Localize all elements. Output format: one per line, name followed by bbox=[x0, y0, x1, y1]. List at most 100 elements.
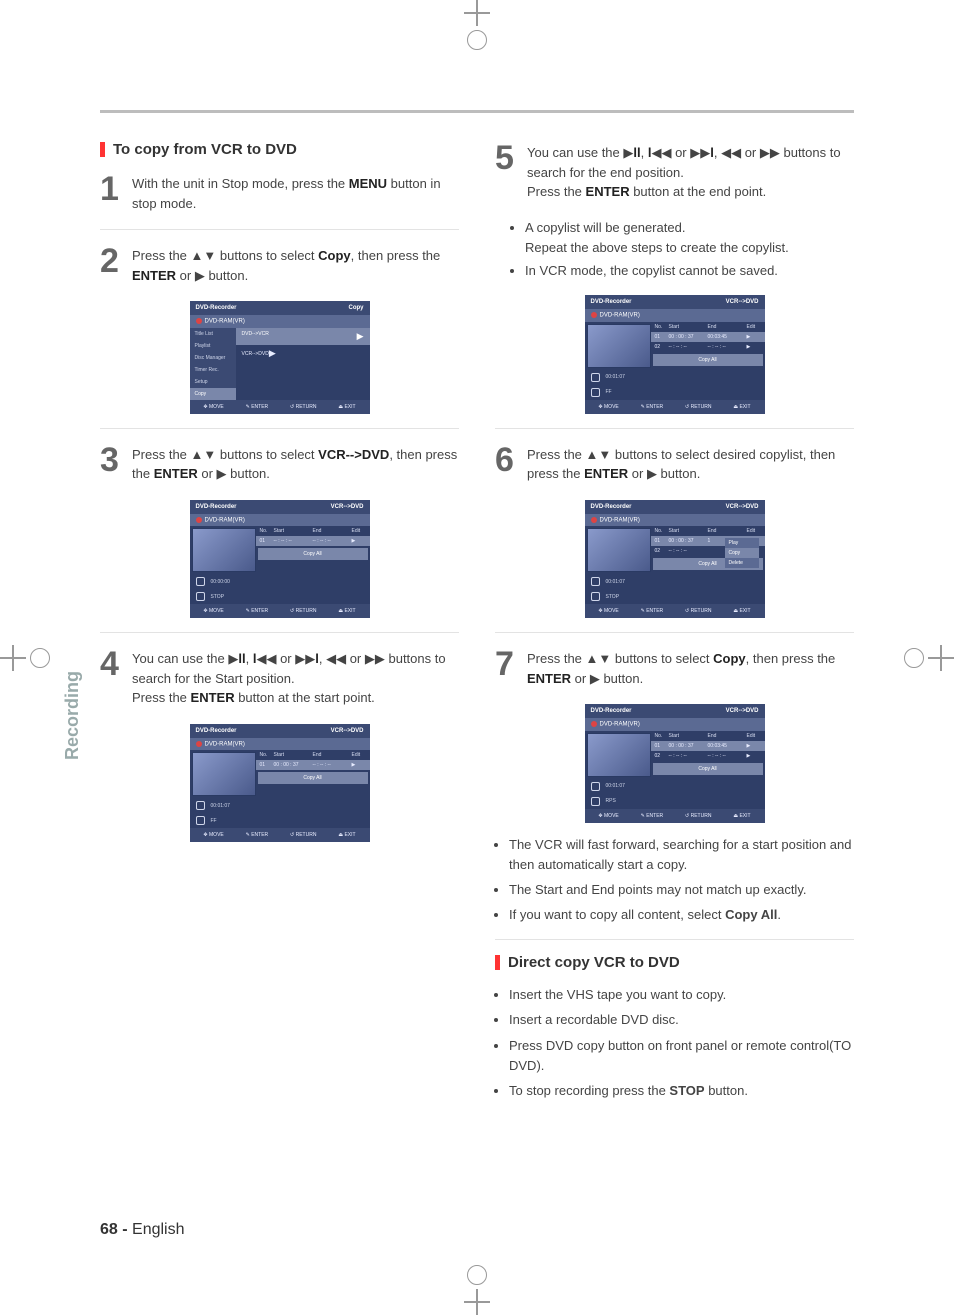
clock-icon bbox=[196, 801, 205, 810]
popup-item: Play bbox=[725, 538, 759, 548]
osd-mode: VCR-->DVD bbox=[331, 504, 364, 510]
divider bbox=[495, 632, 854, 633]
osd-screenshot-end-point: DVD-RecorderVCR-->DVD DVD-RAM(VR) 00:01:… bbox=[585, 295, 765, 414]
two-column-layout: To copy from VCR to DVD 1 With the unit … bbox=[100, 141, 854, 1115]
step-number: 2 bbox=[100, 244, 122, 285]
copy-all-button: Copy All bbox=[258, 548, 368, 560]
state-icon bbox=[196, 592, 205, 601]
preview-thumbnail bbox=[587, 528, 651, 572]
osd-table-row: 0100 : 00 : 3700:03:45▶ bbox=[651, 332, 765, 342]
osd-screenshot-copy-menu: DVD-Recorder Copy DVD-RAM(VR) Title ListP… bbox=[190, 301, 370, 414]
crop-mark-icon bbox=[464, 0, 490, 26]
osd-side-panel: 00:00:00 STOP bbox=[190, 526, 256, 604]
osd-popup-menu: PlayCopyDelete bbox=[725, 538, 759, 568]
section-heading: To copy from VCR to DVD bbox=[100, 141, 459, 158]
list-item: To stop recording press the STOP button. bbox=[509, 1081, 854, 1101]
osd-state: STOP bbox=[211, 594, 225, 600]
section-heading: Direct copy VCR to DVD bbox=[495, 954, 854, 971]
disc-icon bbox=[196, 318, 202, 324]
osd-option: DVD-->VCR▶ bbox=[236, 328, 370, 345]
step-number: 1 bbox=[100, 172, 122, 213]
clock-icon bbox=[591, 373, 600, 382]
copy-all-button: Copy All bbox=[653, 763, 763, 775]
right-column: 5 You can use the ▶ll, l◀◀ or ▶▶l, ◀◀ or… bbox=[495, 141, 854, 1115]
popup-item: Delete bbox=[725, 558, 759, 568]
state-icon bbox=[591, 592, 600, 601]
divider bbox=[495, 939, 854, 940]
step-4: 4 You can use the ▶ll, l◀◀ or ▶▶l, ◀◀ or… bbox=[100, 647, 459, 708]
step-text: You can use the ▶ll, l◀◀ or ▶▶l, ◀◀ or ▶… bbox=[132, 647, 459, 708]
osd-footer: ✥ MOVE ✎ ENTER ↺ RETURN ⏏ EXIT bbox=[190, 604, 370, 618]
divider bbox=[100, 428, 459, 429]
list-item: The VCR will fast forward, searching for… bbox=[509, 835, 854, 875]
clock-icon bbox=[196, 577, 205, 586]
step-text: Press the ▲▼ buttons to select Copy, the… bbox=[527, 647, 854, 688]
osd-menu-item: Disc Manager bbox=[190, 352, 236, 364]
clock-icon bbox=[591, 782, 600, 791]
crop-mark-icon bbox=[464, 1289, 490, 1315]
step-number: 3 bbox=[100, 443, 122, 484]
move-hint: ✥ MOVE bbox=[203, 404, 223, 410]
osd-subtitle: DVD-RAM(VR) bbox=[205, 319, 245, 325]
step-text: Press the ▲▼ buttons to select Copy, the… bbox=[132, 244, 459, 285]
divider bbox=[100, 632, 459, 633]
list-item: In VCR mode, the copylist cannot be save… bbox=[525, 261, 854, 281]
step-5: 5 You can use the ▶ll, l◀◀ or ▶▶l, ◀◀ or… bbox=[495, 141, 854, 202]
step-text: Press the ▲▼ buttons to select desired c… bbox=[527, 443, 854, 484]
state-icon bbox=[591, 388, 600, 397]
heading-accent-icon bbox=[100, 142, 105, 157]
osd-table-row: 0100 : 00 : 3700:03:45▶ bbox=[651, 741, 765, 751]
osd-mode: Copy bbox=[349, 305, 364, 311]
osd-menu-item: Timer Rec. bbox=[190, 364, 236, 376]
osd-title: DVD-Recorder bbox=[196, 504, 237, 510]
step-text: Press the ▲▼ buttons to select VCR-->DVD… bbox=[132, 443, 459, 484]
osd-table-row: 02-- : -- : ---- : -- : --▶ bbox=[651, 751, 765, 761]
step-number: 7 bbox=[495, 647, 517, 688]
enter-hint: ✎ ENTER bbox=[246, 404, 269, 410]
osd-menu-item: Copy bbox=[190, 388, 236, 400]
step-text: With the unit in Stop mode, press the ME… bbox=[132, 172, 459, 213]
osd-menu-item: Setup bbox=[190, 376, 236, 388]
list-item: A copylist will be generated.Repeat the … bbox=[525, 218, 854, 258]
osd-subtitle: DVD-RAM(VR) bbox=[205, 517, 245, 523]
step-2: 2 Press the ▲▼ buttons to select Copy, t… bbox=[100, 244, 459, 285]
disc-icon bbox=[591, 721, 597, 727]
step-1: 1 With the unit in Stop mode, press the … bbox=[100, 172, 459, 213]
preview-thumbnail bbox=[192, 752, 256, 796]
list-item: The Start and End points may not match u… bbox=[509, 880, 854, 900]
section-tab-label: Recording bbox=[62, 671, 83, 760]
step-5-bullets: A copylist will be generated.Repeat the … bbox=[495, 218, 854, 281]
osd-screenshot-copy-running: DVD-RecorderVCR-->DVD DVD-RAM(VR) 00:01:… bbox=[585, 704, 765, 823]
divider bbox=[100, 229, 459, 230]
copy-all-button: Copy All bbox=[653, 354, 763, 366]
exit-hint: ⏏ EXIT bbox=[338, 404, 355, 410]
step-7: 7 Press the ▲▼ buttons to select Copy, t… bbox=[495, 647, 854, 688]
left-column: To copy from VCR to DVD 1 With the unit … bbox=[100, 141, 459, 1115]
osd-table-row: 0100 : 00 : 37-- : -- : --▶ bbox=[256, 760, 370, 770]
step-number: 6 bbox=[495, 443, 517, 484]
osd-screenshot-start-point: DVD-RecorderVCR-->DVD DVD-RAM(VR) 00:01:… bbox=[190, 724, 370, 843]
osd-menu-item: Playlist bbox=[190, 340, 236, 352]
copy-all-button: Copy All bbox=[258, 772, 368, 784]
preview-thumbnail bbox=[587, 733, 651, 777]
list-item: Insert the VHS tape you want to copy. bbox=[509, 985, 854, 1005]
crop-mark-icon bbox=[928, 645, 954, 671]
section-title: To copy from VCR to DVD bbox=[113, 141, 297, 158]
osd-title: DVD-Recorder bbox=[196, 305, 237, 311]
osd-table-row: 02-- : -- : ---- : -- : --▶ bbox=[651, 342, 765, 352]
osd-menu-item: Title List bbox=[190, 328, 236, 340]
list-item: If you want to copy all content, select … bbox=[509, 905, 854, 925]
divider bbox=[495, 428, 854, 429]
direct-copy-bullets: Insert the VHS tape you want to copy.Ins… bbox=[495, 985, 854, 1101]
step-text: You can use the ▶ll, l◀◀ or ▶▶l, ◀◀ or ▶… bbox=[527, 141, 854, 202]
step-3: 3 Press the ▲▼ buttons to select VCR-->D… bbox=[100, 443, 459, 484]
page-top-rule bbox=[100, 110, 854, 113]
disc-icon bbox=[591, 312, 597, 318]
step-number: 5 bbox=[495, 141, 517, 202]
list-item: Press DVD copy button on front panel or … bbox=[509, 1036, 854, 1076]
preview-thumbnail bbox=[192, 528, 256, 572]
step-6: 6 Press the ▲▼ buttons to select desired… bbox=[495, 443, 854, 484]
osd-right-options: DVD-->VCR▶VCR-->DVD▶ bbox=[236, 328, 370, 400]
disc-icon bbox=[196, 517, 202, 523]
osd-screenshot-vcr-dvd-empty: DVD-Recorder VCR-->DVD DVD-RAM(VR) 00:00:… bbox=[190, 500, 370, 619]
